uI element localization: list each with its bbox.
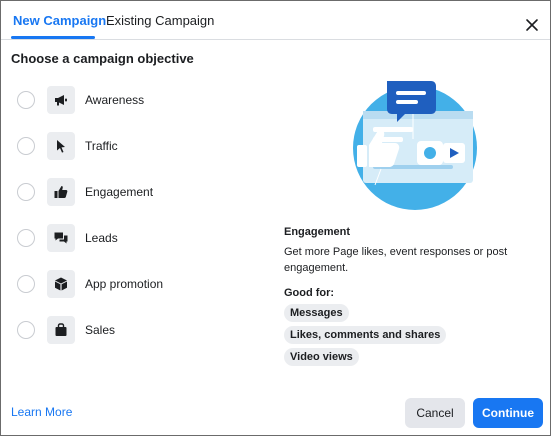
radio-traffic[interactable]	[17, 137, 35, 155]
objective-label: Sales	[85, 323, 116, 337]
cursor-icon	[57, 140, 65, 153]
radio-engagement[interactable]	[17, 183, 35, 201]
cube-icon	[55, 277, 67, 291]
tab-bar: New Campaign Existing Campaign	[1, 1, 510, 39]
detail-description: Get more Page likes, event responses or …	[284, 246, 508, 274]
objective-icon-box	[47, 224, 75, 252]
engagement-illustration	[353, 81, 477, 210]
radio-leads[interactable]	[17, 229, 35, 247]
radio-sales[interactable]	[17, 321, 35, 339]
objective-app-promotion[interactable]: App promotion	[17, 270, 257, 300]
radio-app-promotion[interactable]	[17, 275, 35, 293]
good-for-tag: Likes, comments and shares	[284, 326, 447, 344]
thumbs-up-icon	[54, 186, 68, 198]
objective-label: Traffic	[85, 139, 118, 153]
good-for-tag: Video views	[284, 348, 359, 366]
objective-leads[interactable]: Leads	[17, 224, 257, 254]
objective-label: Engagement	[85, 185, 154, 199]
continue-button[interactable]: Continue	[473, 398, 543, 428]
radio-awareness[interactable]	[17, 91, 35, 109]
objective-label: Leads	[85, 231, 118, 245]
megaphone-icon	[55, 95, 67, 106]
header-divider	[1, 39, 550, 40]
objective-icon-box	[47, 86, 75, 114]
shopping-bag-icon	[55, 323, 67, 336]
objective-traffic[interactable]: Traffic	[17, 132, 257, 162]
detail-title: Engagement	[284, 226, 351, 238]
tab-existing-campaign[interactable]: Existing Campaign	[106, 13, 214, 28]
objective-label: App promotion	[85, 277, 164, 291]
objective-icon-box	[47, 316, 75, 344]
cancel-button[interactable]: Cancel	[405, 398, 465, 428]
objective-sales[interactable]: Sales	[17, 316, 257, 346]
good-for-tag: Messages	[284, 304, 349, 322]
close-icon	[526, 19, 538, 31]
close-button[interactable]	[522, 15, 542, 35]
objective-label: Awareness	[85, 93, 145, 107]
campaign-dialog: New Campaign Existing Campaign Choose a …	[0, 0, 551, 436]
objective-icon-box	[47, 270, 75, 298]
page-title: Choose a campaign objective	[11, 51, 194, 66]
objective-icon-box	[47, 132, 75, 160]
good-for-label: Good for:	[284, 287, 335, 299]
objective-engagement[interactable]: Engagement	[17, 178, 257, 208]
chat-bubbles-icon	[54, 232, 68, 244]
objective-awareness[interactable]: Awareness	[17, 86, 257, 116]
objective-icon-box	[47, 178, 75, 206]
tab-new-campaign[interactable]: New Campaign	[13, 13, 106, 28]
learn-more-link[interactable]: Learn More	[11, 405, 72, 419]
